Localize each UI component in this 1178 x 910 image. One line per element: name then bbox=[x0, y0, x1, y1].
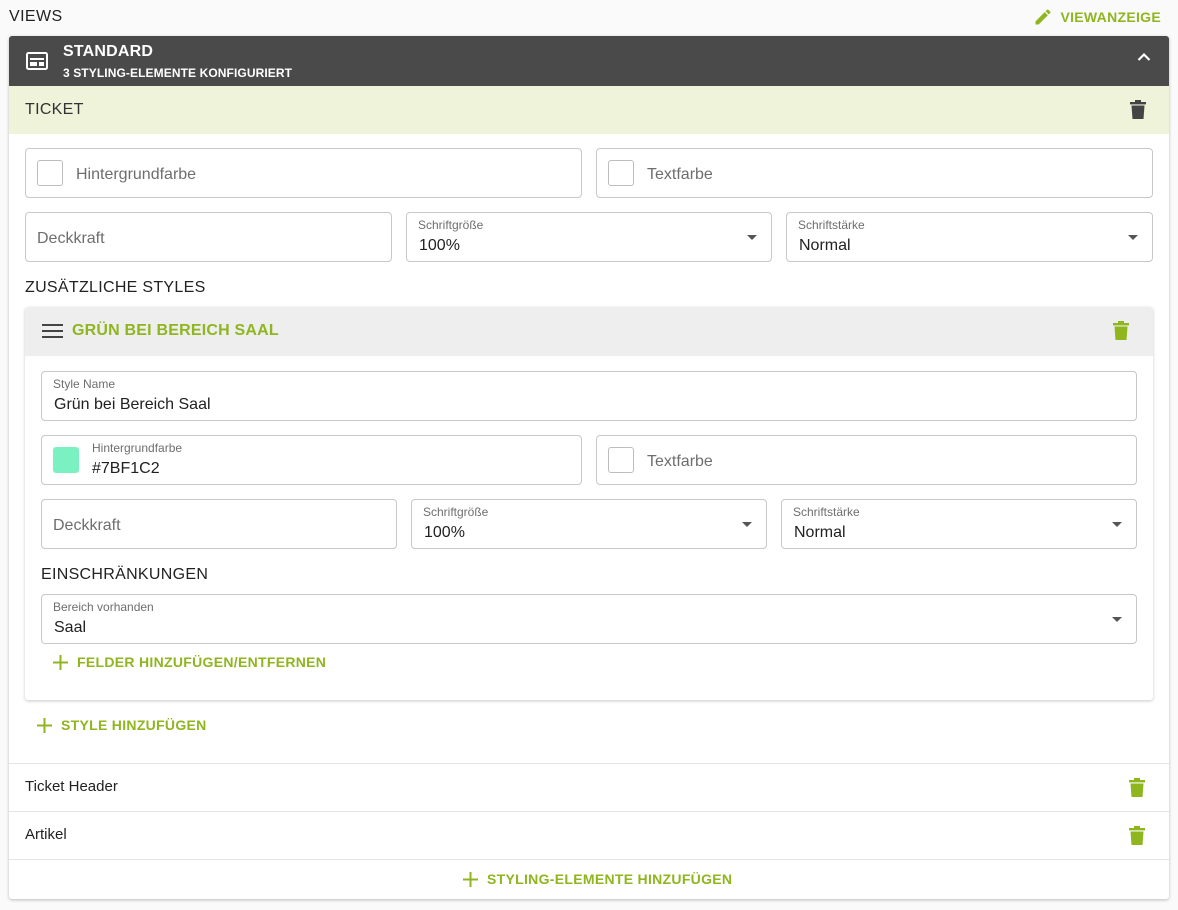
plus-icon bbox=[463, 871, 478, 887]
delete-icon[interactable] bbox=[1130, 100, 1146, 119]
style-deckkraft-input[interactable]: Deckkraft bbox=[41, 499, 397, 549]
divider bbox=[9, 763, 1169, 764]
view-header[interactable]: STANDARD 3 STYLING-ELEMENTE KONFIGURIERT bbox=[9, 36, 1169, 86]
style-schriftgroesse-value: 100% bbox=[424, 524, 465, 541]
bereich-label: Bereich vorhanden bbox=[53, 600, 154, 614]
restrictions-title: EINSCHRÄNKUNGEN bbox=[41, 566, 209, 583]
style-schriftstaerke-value: Normal bbox=[794, 524, 846, 541]
style-textfarbe-placeholder: Textfarbe bbox=[647, 453, 713, 470]
delete-icon[interactable] bbox=[1129, 778, 1145, 797]
add-style-button[interactable]: STYLE HINZUFÜGEN bbox=[37, 717, 207, 733]
view-subtitle: 3 STYLING-ELEMENTE KONFIGURIERT bbox=[63, 66, 293, 80]
view-layout-icon bbox=[26, 52, 48, 70]
page-title: VIEWS bbox=[9, 8, 63, 25]
style-hintergrundfarbe-label: Hintergrundfarbe bbox=[92, 441, 183, 455]
ticket-schriftgroesse-label: Schriftgröße bbox=[418, 218, 484, 232]
divider bbox=[9, 811, 1169, 812]
color-swatch[interactable] bbox=[608, 160, 634, 186]
dropdown-arrow-icon bbox=[1112, 522, 1122, 527]
ticket-schriftstaerke-label: Schriftstärke bbox=[798, 218, 865, 232]
ticket-hintergrundfarbe-placeholder: Hintergrundfarbe bbox=[76, 166, 197, 183]
ticket-schriftstaerke-select[interactable]: Schriftstärke Normal bbox=[786, 212, 1153, 262]
ticket-deckkraft-placeholder: Deckkraft bbox=[37, 230, 105, 247]
style-schriftgroesse-label: Schriftgröße bbox=[423, 505, 489, 519]
ticket-element-header: TICKET bbox=[9, 86, 1169, 134]
style-name-label: Style Name bbox=[53, 377, 116, 391]
ticket-schriftgroesse-value: 100% bbox=[419, 237, 460, 254]
pencil-icon bbox=[1035, 9, 1051, 25]
ticket-schriftstaerke-value: Normal bbox=[799, 237, 851, 254]
plus-icon bbox=[37, 717, 52, 733]
drag-handle-icon[interactable] bbox=[42, 324, 63, 338]
viewanzeige-button[interactable]: VIEWANZEIGE bbox=[1033, 7, 1161, 27]
style-name-value: Grün bei Bereich Saal bbox=[54, 396, 211, 413]
ticket-title: TICKET bbox=[25, 101, 84, 118]
ticket-textfarbe-field[interactable]: Textfarbe bbox=[596, 148, 1153, 198]
dropdown-arrow-icon bbox=[1112, 617, 1122, 622]
bereich-value: Saal bbox=[54, 619, 87, 636]
add-styling-elements-label: STYLING-ELEMENTE HINZUFÜGEN bbox=[487, 871, 733, 887]
additional-styles-title: ZUSÄTZLICHE STYLES bbox=[25, 279, 206, 296]
color-swatch[interactable] bbox=[53, 447, 79, 473]
add-fields-label: FELDER HINZUFÜGEN/ENTFERNEN bbox=[77, 654, 327, 670]
style-deckkraft-placeholder: Deckkraft bbox=[53, 517, 121, 534]
style-schriftgroesse-select[interactable]: Schriftgröße 100% bbox=[411, 499, 767, 549]
style-hintergrundfarbe-field[interactable]: Hintergrundfarbe #7BF1C2 bbox=[41, 435, 582, 485]
chevron-up-icon[interactable] bbox=[1137, 52, 1151, 62]
add-styling-elements-button[interactable]: STYLING-ELEMENTE HINZUFÜGEN bbox=[463, 871, 732, 887]
dropdown-arrow-icon bbox=[742, 522, 752, 527]
view-title: STANDARD bbox=[63, 43, 154, 60]
divider bbox=[9, 859, 1169, 860]
ticket-hintergrundfarbe-field[interactable]: Hintergrundfarbe bbox=[25, 148, 582, 198]
ticket-deckkraft-input[interactable]: Deckkraft bbox=[25, 212, 392, 262]
delete-icon[interactable] bbox=[1129, 826, 1145, 845]
viewanzeige-label: VIEWANZEIGE bbox=[1060, 9, 1161, 25]
delete-icon[interactable] bbox=[1113, 321, 1129, 340]
color-swatch[interactable] bbox=[608, 447, 634, 473]
plus-icon bbox=[53, 654, 68, 670]
style-schriftstaerke-select[interactable]: Schriftstärke Normal bbox=[781, 499, 1137, 549]
bereich-select[interactable]: Bereich vorhanden Saal bbox=[41, 594, 1137, 644]
dropdown-arrow-icon bbox=[747, 235, 757, 240]
style-header[interactable]: GRÜN BEI BEREICH SAAL bbox=[25, 307, 1153, 356]
dropdown-arrow-icon bbox=[1128, 235, 1138, 240]
color-swatch[interactable] bbox=[37, 160, 63, 186]
element-ticket-header[interactable]: Ticket Header bbox=[25, 778, 118, 795]
style-name-input[interactable]: Style Name Grün bei Bereich Saal bbox=[41, 371, 1137, 421]
style-schriftstaerke-label: Schriftstärke bbox=[793, 505, 860, 519]
add-style-label: STYLE HINZUFÜGEN bbox=[61, 717, 207, 733]
ticket-textfarbe-placeholder: Textfarbe bbox=[647, 166, 713, 183]
style-title: GRÜN BEI BEREICH SAAL bbox=[72, 322, 279, 339]
style-textfarbe-field[interactable]: Textfarbe bbox=[596, 435, 1137, 485]
ticket-schriftgroesse-select[interactable]: Schriftgröße 100% bbox=[406, 212, 772, 262]
element-artikel[interactable]: Artikel bbox=[25, 826, 67, 843]
style-hintergrundfarbe-value: #7BF1C2 bbox=[92, 460, 160, 477]
add-fields-button[interactable]: FELDER HINZUFÜGEN/ENTFERNEN bbox=[53, 654, 326, 670]
